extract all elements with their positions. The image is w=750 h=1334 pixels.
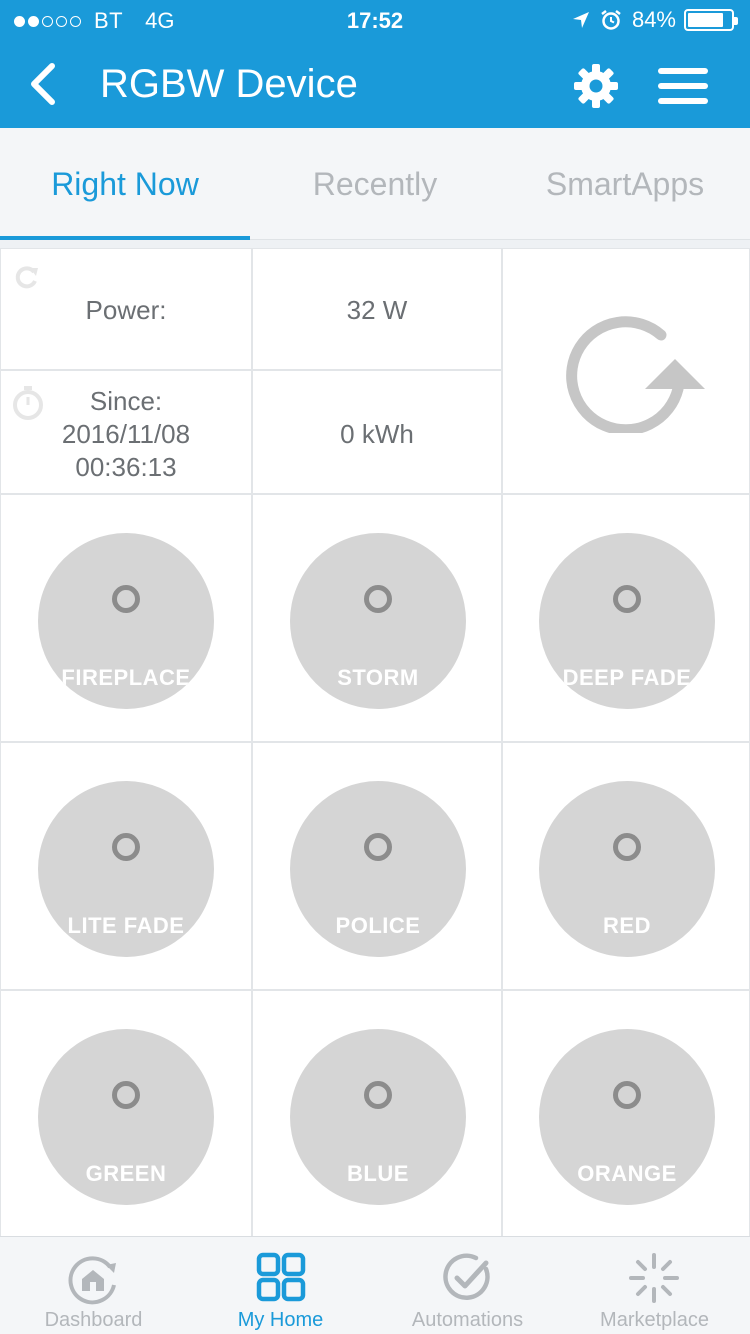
location-arrow-icon: [572, 12, 589, 28]
scene-label: BLUE: [347, 1161, 409, 1186]
power-value: 32 W: [346, 295, 408, 325]
bottom-tab-dashboard[interactable]: Dashboard: [0, 1237, 187, 1334]
since-label: Since:: [89, 386, 163, 416]
status-right: 84%: [572, 7, 738, 33]
scene-button[interactable]: LITE FADE: [38, 781, 214, 957]
bottom-tab-label: My Home: [237, 1309, 324, 1331]
nav-bar: RGBW Device: [0, 40, 750, 128]
energy-since: Since: 2016/11/08 00:36:13: [1, 385, 251, 484]
scene-label: ORANGE: [577, 1161, 677, 1186]
menu-button[interactable]: [656, 66, 710, 106]
tab-recently[interactable]: Recently: [250, 128, 500, 240]
refresh-icon: [15, 266, 38, 289]
scene-label: RED: [603, 913, 651, 938]
bottom-tab-automations[interactable]: Automations: [374, 1237, 561, 1334]
page-title: RGBW Device: [100, 62, 358, 106]
status-bar: BT 4G 17:52 84%: [0, 0, 750, 40]
tile-divider: [0, 240, 750, 248]
tab-smartapps[interactable]: SmartApps: [500, 128, 750, 240]
device-tiles: Power: 32 W Since: 2016/11/08 00:36:13 0…: [0, 240, 750, 1236]
scene-label: DEEP FADE: [562, 665, 692, 690]
indicator-ring-icon: [112, 585, 140, 613]
scene-label: LITE FADE: [67, 913, 185, 938]
scene-label: POLICE: [335, 913, 421, 938]
back-button[interactable]: [22, 60, 66, 108]
scene-button[interactable]: FIREPLACE: [38, 533, 214, 709]
button-tile[interactable]: STORM: [252, 494, 502, 742]
scene-button[interactable]: STORM: [290, 533, 466, 709]
settings-button[interactable]: [572, 62, 620, 110]
sparkle-icon: [629, 1253, 679, 1303]
dashboard-icon: [68, 1256, 116, 1305]
power-value-tile: 32 W: [252, 248, 502, 370]
button-tile[interactable]: FIREPLACE: [0, 494, 252, 742]
indicator-ring-icon: [613, 585, 641, 613]
battery-icon: [684, 9, 738, 31]
scene-button[interactable]: DEEP FADE: [539, 533, 715, 709]
button-tile[interactable]: DEEP FADE: [502, 494, 750, 742]
bottom-tab-my-home[interactable]: My Home: [187, 1237, 374, 1334]
scene-label: GREEN: [85, 1161, 167, 1186]
indicator-ring-icon: [364, 585, 392, 613]
power-label-tile: Power:: [0, 248, 252, 370]
button-tile[interactable]: ORANGE: [502, 990, 750, 1236]
scene-button[interactable]: RED: [539, 781, 715, 957]
energy-value: 0 kWh: [340, 419, 414, 449]
indicator-ring-icon: [112, 833, 140, 861]
button-tile[interactable]: BLUE: [252, 990, 502, 1236]
alarm-icon: [601, 10, 621, 30]
indicator-ring-icon: [364, 833, 392, 861]
indicator-ring-icon: [613, 1081, 641, 1109]
tab-right-now[interactable]: Right Now: [0, 128, 250, 240]
button-tile[interactable]: RED: [502, 742, 750, 990]
battery-percent: 84%: [631, 7, 676, 32]
scene-button[interactable]: BLUE: [290, 1029, 466, 1205]
energy-value-tile: 0 kWh: [252, 370, 502, 494]
bottom-tab-label: Automations: [411, 1309, 524, 1331]
since-date: 2016/11/08: [61, 419, 191, 449]
indicator-ring-icon: [613, 833, 641, 861]
chevron-left-icon: [31, 63, 55, 105]
bottom-tab-label: Marketplace: [600, 1309, 709, 1331]
bottom-tab-label: Dashboard: [44, 1309, 143, 1331]
scene-label: STORM: [337, 665, 419, 690]
check-circle-icon: [443, 1253, 490, 1300]
scene-button[interactable]: GREEN: [38, 1029, 214, 1205]
indicator-ring-icon: [112, 1081, 140, 1109]
button-tile[interactable]: GREEN: [0, 990, 252, 1236]
gear-icon: [574, 64, 618, 108]
tab-bar: Right Now Recently SmartApps: [0, 128, 750, 240]
bottom-tab-marketplace[interactable]: Marketplace: [561, 1237, 748, 1334]
refresh-icon: [566, 316, 705, 433]
bottom-tab-bar: Dashboard My Home Automations Marketplac…: [0, 1236, 750, 1334]
scene-button[interactable]: ORANGE: [539, 1029, 715, 1205]
scene-button[interactable]: POLICE: [290, 781, 466, 957]
energy-since-tile: Since: 2016/11/08 00:36:13: [0, 370, 252, 494]
power-label: Power:: [85, 295, 167, 325]
refresh-tile[interactable]: [502, 248, 750, 494]
indicator-ring-icon: [364, 1081, 392, 1109]
grid-icon: [256, 1252, 306, 1302]
scene-label: FIREPLACE: [61, 665, 191, 690]
button-tile[interactable]: LITE FADE: [0, 742, 252, 990]
since-time: 00:36:13: [75, 452, 177, 482]
button-tile[interactable]: POLICE: [252, 742, 502, 990]
